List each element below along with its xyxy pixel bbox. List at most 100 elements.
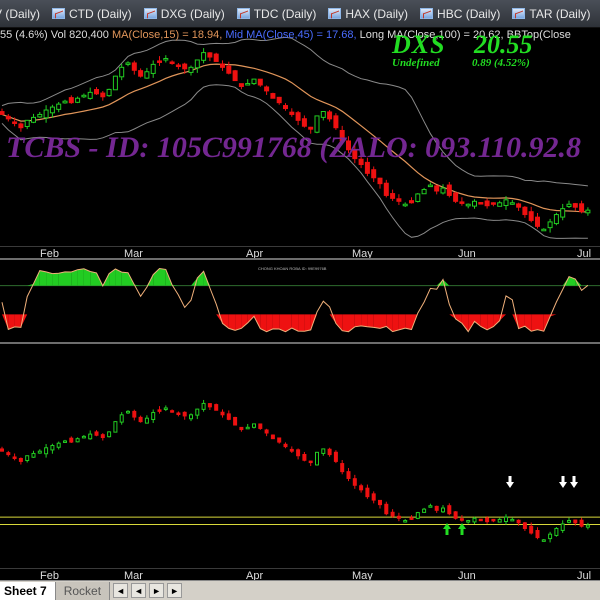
candle-body bbox=[213, 53, 219, 62]
candle-body bbox=[383, 182, 389, 196]
panel-divider[interactable] bbox=[0, 342, 600, 344]
candle-body bbox=[189, 414, 193, 420]
candle-body bbox=[472, 517, 477, 523]
oversold-fill bbox=[235, 314, 242, 331]
candle-body bbox=[371, 169, 377, 179]
scroll-right-button[interactable]: ► bbox=[167, 583, 183, 598]
candle-body bbox=[44, 447, 49, 455]
candle-body bbox=[573, 519, 578, 524]
candle-body bbox=[157, 409, 162, 412]
candle-body bbox=[560, 208, 566, 218]
candle-body bbox=[529, 525, 534, 534]
candle-body bbox=[226, 413, 231, 420]
candle-body bbox=[201, 402, 206, 410]
candle-body bbox=[427, 184, 433, 188]
oversold-fill bbox=[14, 314, 21, 328]
candle-body bbox=[0, 111, 5, 115]
symbol-tab[interactable]: HBC (Daily) bbox=[416, 3, 506, 25]
candle-body bbox=[207, 403, 212, 408]
sheet-tab[interactable]: Sheet 7 bbox=[0, 581, 56, 600]
symbol-tab[interactable]: TAR (Daily) bbox=[508, 3, 596, 25]
symbol-tab[interactable]: DXG (Daily) bbox=[140, 3, 231, 25]
symbol-tab-label: TAR (Daily) bbox=[529, 6, 591, 21]
scroll-left-button[interactable]: ◄ bbox=[113, 583, 129, 598]
candle-body bbox=[176, 412, 181, 416]
oversold-fill bbox=[474, 314, 481, 327]
candle-body bbox=[560, 523, 565, 531]
oversold-fill bbox=[405, 314, 412, 330]
candle-body bbox=[441, 507, 445, 513]
symbol-tab[interactable]: HAX (Daily) bbox=[324, 3, 414, 25]
candle-body bbox=[478, 518, 483, 522]
signal-chart-panel[interactable] bbox=[0, 346, 600, 568]
oversold-fill bbox=[367, 314, 374, 328]
candle-body bbox=[37, 450, 42, 454]
oversold-fill bbox=[455, 314, 462, 324]
candle-body bbox=[459, 201, 465, 204]
candle-body bbox=[94, 431, 99, 436]
sell-arrow-icon bbox=[570, 476, 578, 488]
candle-body bbox=[485, 517, 490, 523]
candle-body bbox=[63, 440, 67, 443]
candle-body bbox=[157, 60, 162, 63]
candle-body bbox=[87, 91, 93, 99]
candle-body bbox=[289, 111, 295, 115]
symbol-tab[interactable]: V (Daily) bbox=[0, 3, 46, 25]
candle-body bbox=[465, 203, 471, 207]
overbought-fill bbox=[39, 270, 47, 286]
candle-body bbox=[232, 70, 238, 82]
candle-body bbox=[132, 410, 137, 418]
overbought-fill bbox=[90, 271, 97, 286]
candle-body bbox=[390, 193, 396, 199]
candle-body bbox=[31, 116, 36, 123]
candle-body bbox=[138, 416, 143, 423]
candle-body bbox=[245, 83, 251, 86]
candle-body bbox=[289, 448, 294, 452]
oversold-fill bbox=[342, 314, 349, 332]
candle-body bbox=[453, 511, 458, 519]
candle-body bbox=[126, 410, 130, 414]
symbol-tab[interactable]: CTD (Daily) bbox=[48, 3, 138, 25]
signal-chart-svg[interactable] bbox=[0, 346, 600, 568]
candle-body bbox=[49, 106, 55, 114]
candle-body bbox=[100, 434, 105, 439]
sheet-tab[interactable]: Rocket bbox=[55, 581, 111, 600]
symbol-tab-label: TDC (Daily) bbox=[253, 6, 317, 21]
candle-body bbox=[238, 83, 244, 87]
price-chart-panel[interactable]: 55 (4.6%) Vol 820,400 MA(Close,15) = 18.… bbox=[0, 28, 600, 246]
candle-body bbox=[233, 416, 238, 426]
candle-body bbox=[56, 103, 62, 110]
candle-body bbox=[175, 64, 181, 68]
oversold-fill bbox=[461, 314, 469, 332]
candle-body bbox=[428, 505, 433, 508]
candle-body bbox=[365, 487, 370, 498]
scroll-left-button[interactable]: ◄ bbox=[131, 583, 147, 598]
candle-body bbox=[170, 410, 175, 413]
sell-arrow-icon bbox=[559, 476, 567, 488]
candle-body bbox=[50, 444, 55, 451]
chart-icon bbox=[52, 8, 66, 19]
candle-body bbox=[541, 228, 547, 232]
oscillator-panel[interactable]: CHONG KHOAN ROBA ID: 99E9976B bbox=[0, 260, 600, 340]
scroll-right-button[interactable]: ► bbox=[149, 583, 165, 598]
candle-body bbox=[0, 448, 4, 452]
candle-body bbox=[472, 200, 477, 207]
candle-body bbox=[12, 456, 17, 459]
candle-body bbox=[553, 214, 559, 225]
candle-body bbox=[415, 193, 421, 202]
chart-icon bbox=[143, 8, 157, 19]
candle-body bbox=[509, 202, 515, 205]
candle-body bbox=[579, 203, 585, 213]
candle-body bbox=[301, 118, 307, 127]
quote-change: 0.89 (4.52%) bbox=[472, 57, 530, 69]
oversold-fill bbox=[537, 314, 544, 332]
symbol-tab[interactable]: TDC (Daily) bbox=[233, 3, 323, 25]
candle-body bbox=[453, 192, 459, 202]
candle-body bbox=[548, 533, 553, 540]
candle-body bbox=[459, 518, 464, 521]
candle-body bbox=[150, 63, 156, 74]
candle-body bbox=[522, 522, 527, 529]
candle-body bbox=[75, 97, 81, 103]
candle-body bbox=[264, 86, 270, 92]
oscillator-svg[interactable] bbox=[0, 260, 600, 340]
